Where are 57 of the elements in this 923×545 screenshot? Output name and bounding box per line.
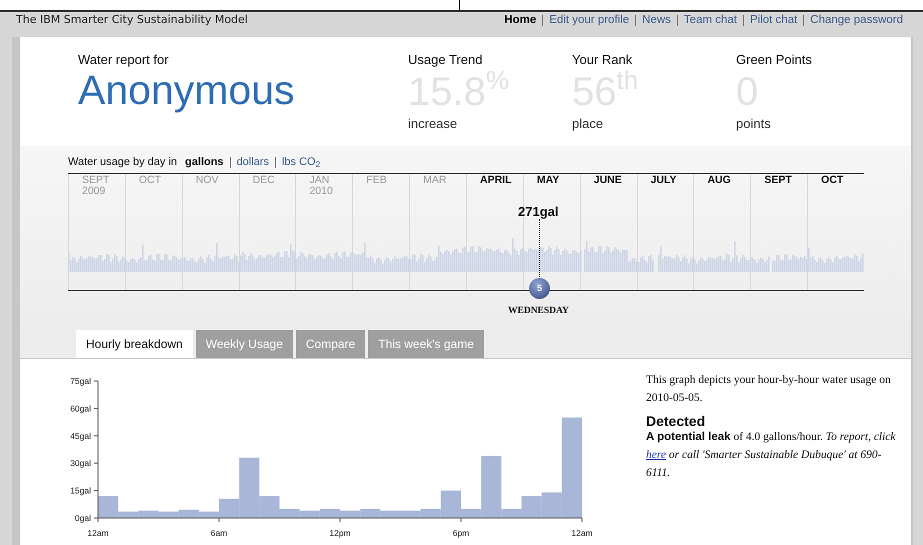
month-label: MAY [536,175,560,186]
weekday-label: WEDNESDAY [508,305,570,318]
axis-label: 75gal [70,376,91,386]
nav-link[interactable]: Home [498,15,542,26]
unit-link[interactable]: gallons [185,156,230,168]
axis-label: 12am [87,528,109,538]
report-caption: Water report for [78,51,170,69]
tab[interactable]: This week's game [368,330,484,358]
axis-label: 15gal [70,486,91,496]
unit-link[interactable]: dollars [230,156,275,168]
stat-unit: increase [408,114,458,132]
description-text: This graph depicts your hour-by-hour water usage on 2010-05-05. [646,373,892,406]
month-label: AUG [707,175,732,186]
tab[interactable]: Hourly breakdown [76,330,193,358]
usage-reading: 271gal [518,203,558,222]
stat-unit: points [736,114,772,133]
axis-label: 12pm [329,528,351,538]
month-label: SEPT [764,175,793,186]
user-name: Anonymous [78,68,296,112]
month-label: NOV [196,175,220,186]
stat-title: Your Rank [572,51,634,69]
window-title: The IBM Smarter City Sustainability Model [16,12,248,28]
detected-heading: Detected [646,412,706,430]
nav-link[interactable]: News [635,15,677,26]
month-label: SEPT [82,175,110,186]
tab[interactable]: Weekly Usage [196,330,293,358]
axis-label: 6am [210,528,228,538]
unit-link[interactable]: lbs CO$_{2}$ [274,156,326,168]
month-label: JUNE [594,175,623,186]
nav-link[interactable]: Edit your profile [542,15,636,26]
stat-title: Green Points [736,51,813,69]
usage-caption: Water usage by day in [68,154,178,170]
day-handle[interactable]: 5 [529,278,550,300]
nav-link[interactable]: Team chat [676,15,743,26]
axis-label: 12am [571,528,593,538]
month-label: FEB [366,175,388,186]
month-label: OCT [821,175,844,186]
month-label: JULY [650,175,678,186]
year-label: 2010 [309,186,334,198]
nav-link[interactable]: Change password [803,15,909,26]
stat-title: Usage Trend [408,51,484,69]
leak-text: A potential leak of 4.0 gallons/hour. To report, click here or call 'Smarter Sustainable Dubuque' at 690-6111. [646,430,897,482]
nav-link[interactable]: Pilot chat [742,15,804,26]
axis-label: 30gal [70,458,91,468]
axis-label: 6pm [452,528,470,538]
axis-label: 0gal [74,513,91,523]
report-link[interactable]: here [646,449,666,462]
month-label: JAN [309,175,330,186]
month-label: OCT [138,175,162,186]
month-label: APRIL [480,175,513,186]
axis-label: 60gal [70,403,91,414]
month-label: MAR [423,175,448,186]
year-label: 2009 [82,186,106,198]
tab[interactable]: Compare [296,330,366,358]
stat-unit: place [572,114,604,133]
month-label: DEC [252,175,276,186]
axis-label: 45gal [70,430,91,441]
